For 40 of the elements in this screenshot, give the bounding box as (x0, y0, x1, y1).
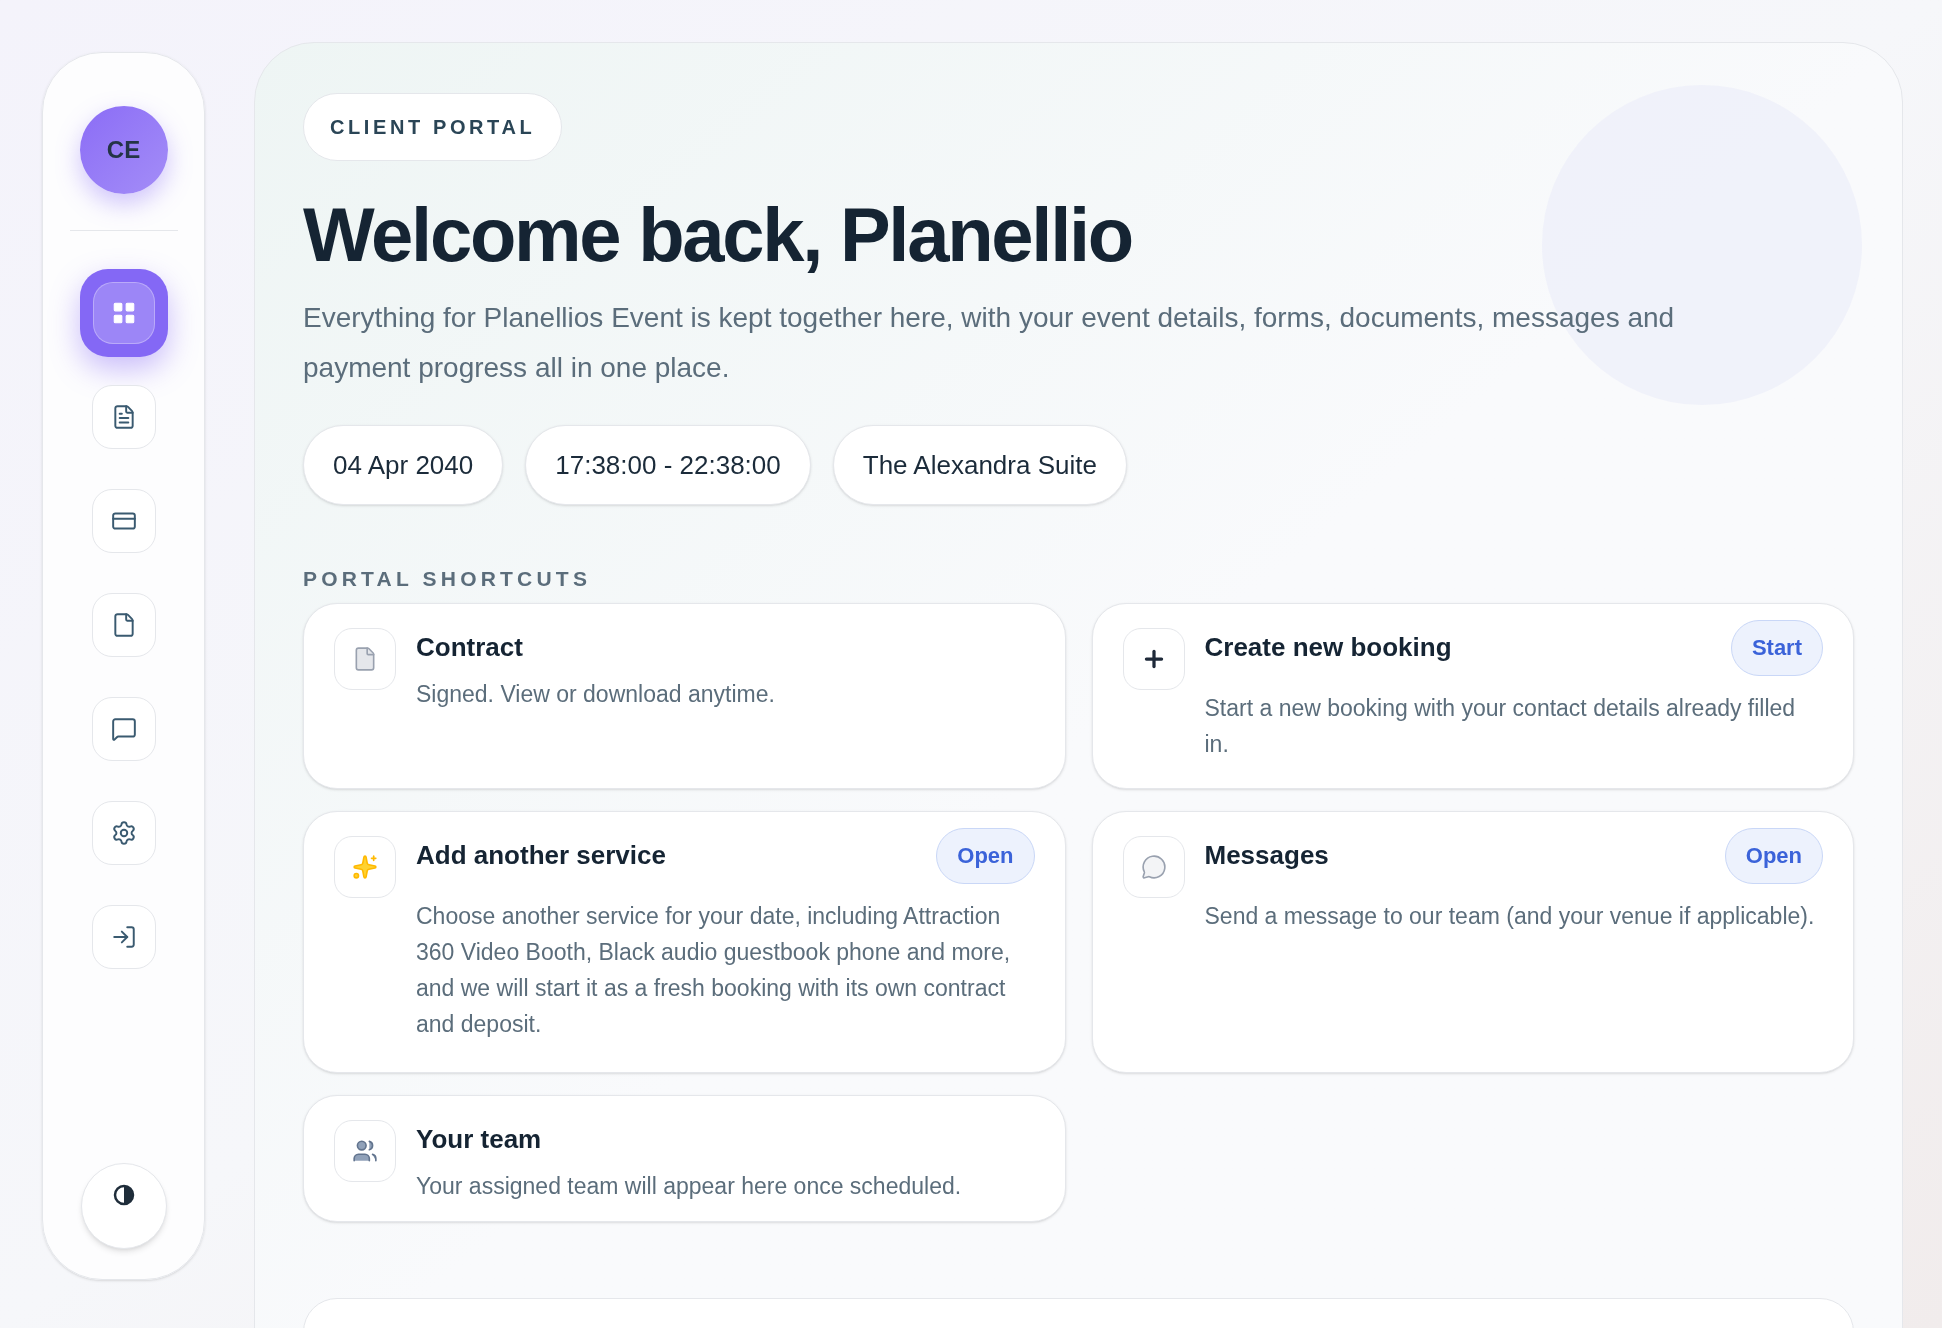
event-chip: 17:38:00 - 22:38:00 (525, 425, 811, 505)
nav-button[interactable] (79, 269, 168, 357)
page-title: Welcome back, Planellio (303, 191, 1133, 279)
shortcut-card[interactable]: Messages Open Send a message to our team (and your venue if applicable). (1091, 810, 1854, 1073)
card-action-button[interactable]: Start (1730, 619, 1823, 676)
event-chip: 04 Apr 2040 (303, 425, 504, 505)
page-subtitle: Everything for Planellios Event is kept together here, with your event details, forms, documents, messages and payment progress all in one place. (303, 301, 1676, 385)
card-description: Choose another service for your date, including Attraction 360 Video Booth, Black audio guestbook phone and more, and we will start it as a fresh booking with its own contract and deposit. (416, 901, 1012, 1039)
people-icon (352, 1137, 378, 1164)
shortcut-card[interactable] (303, 810, 1066, 1073)
card-description: Send a message to our team (and your venue if applicable). (1204, 901, 1816, 931)
card-description: Your assigned team will appear here once scheduled. (416, 1171, 963, 1201)
chat-icon (110, 716, 137, 742)
nav-button[interactable] (91, 697, 156, 761)
shortcut-card[interactable]: Your team Your assigned team will appear here once scheduled. (303, 1094, 1066, 1222)
card-title: Add another service (416, 839, 666, 872)
contrast-icon (112, 1184, 135, 1206)
card-title: Contract (416, 631, 523, 664)
card-action-button[interactable]: Open (1724, 827, 1823, 884)
sparkles-icon (352, 853, 378, 880)
event-chip: The Alexandra Suite (832, 425, 1127, 505)
user-avatar[interactable]: CE (79, 106, 168, 194)
settings-icon (110, 820, 137, 846)
card-title: Your team (416, 1123, 542, 1156)
nav-button[interactable] (91, 905, 156, 969)
card-description: Signed. View or download anytime. (416, 679, 776, 709)
section-heading: PORTAL SHORTCUTS (303, 566, 593, 592)
card-description: Start a new booking with your contact details already filled in. (1204, 693, 1797, 759)
card-title: Messages (1204, 839, 1329, 872)
nav-button[interactable] (91, 385, 156, 449)
shortcut-card[interactable]: Create new booking Start Start a new booking with your contact details already filled in. (1091, 602, 1854, 789)
exit-icon (110, 924, 137, 950)
card-title: Create new booking (1204, 631, 1452, 664)
chat-icon (1140, 853, 1167, 880)
nav-button[interactable] (91, 489, 156, 553)
shortcut-card[interactable]: Contract Signed. View or download anytime. (303, 602, 1066, 789)
nav-button[interactable] (91, 801, 156, 865)
portal-badge: CLIENT PORTAL (303, 93, 563, 161)
nav-button[interactable] (91, 593, 156, 657)
card-action-button[interactable]: Open (936, 827, 1035, 884)
